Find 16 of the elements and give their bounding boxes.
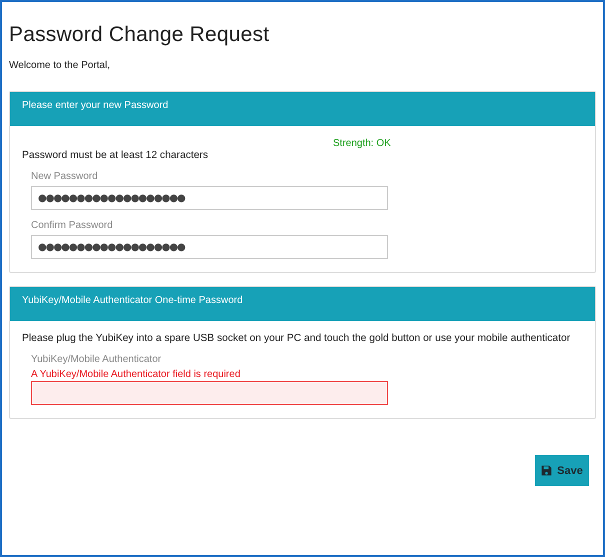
field-label: New Password <box>31 171 99 182</box>
instruction-text: Password must be at least 12 characters <box>22 150 210 161</box>
page-title: Password Change Request <box>9 23 270 47</box>
strength-text: Strength: OK <box>333 138 391 149</box>
input-field[interactable]: ●●●●●●●●●●●●●●●●●●● <box>31 235 388 259</box>
input-field[interactable]: ●●●●●●●●●●●●●●●●●●● <box>31 186 388 210</box>
welcome-text: Welcome to the Portal, <box>9 60 111 71</box>
panel-heading: Please enter your new Password <box>22 100 168 111</box>
panel-heading: YubiKey/Mobile Authenticator One-time Password <box>22 295 243 306</box>
field-label: YubiKey/Mobile Authenticator <box>31 354 162 365</box>
save-button[interactable]: Save <box>535 455 589 486</box>
field-label: Confirm Password <box>31 220 114 231</box>
instruction-text: Please plug the YubiKey into a spare USB socket on your PC and touch the gold button or use your mobile authenticator <box>22 333 572 344</box>
input-field[interactable] <box>31 381 388 405</box>
save-icon <box>541 465 552 476</box>
error-message: A YubiKey/Mobile Authenticator field is required <box>31 369 242 380</box>
